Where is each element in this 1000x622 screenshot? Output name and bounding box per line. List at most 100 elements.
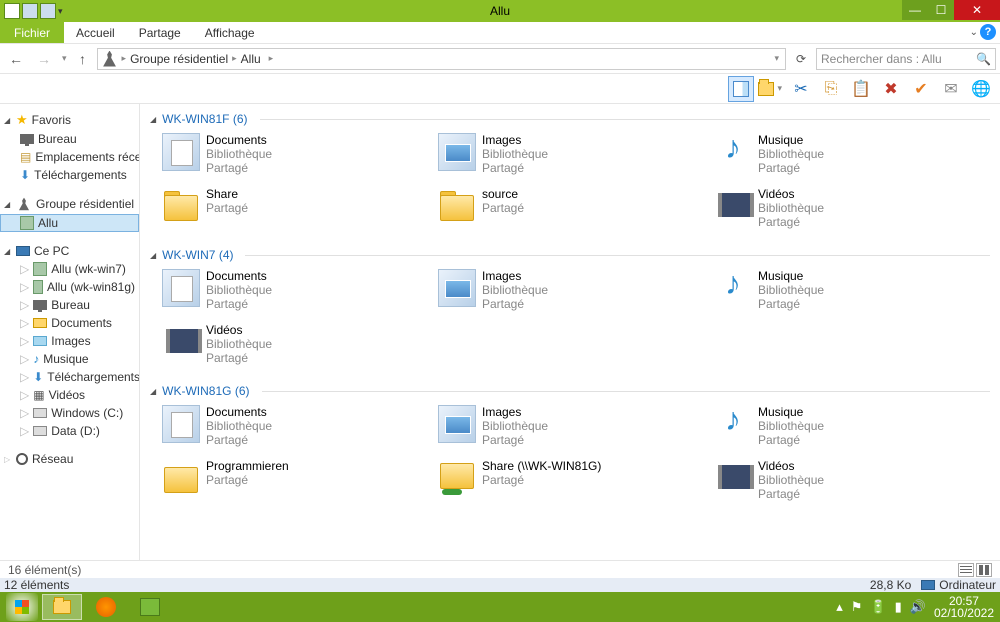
sidebar-item-allu[interactable]: Allu [0, 214, 139, 232]
sidebar-item-telech[interactable]: ▷⬇Téléchargements [0, 368, 139, 386]
sidebar-item-allu-win81g[interactable]: ▷Allu (wk-win81g) [0, 278, 139, 296]
sidebar-item-videos[interactable]: ▷▦Vidéos [0, 386, 139, 404]
tool-preview-pane[interactable] [728, 76, 754, 102]
forward-button[interactable]: → [32, 47, 56, 71]
maximize-button[interactable]: ☐ [928, 0, 954, 20]
tray-clock[interactable]: 20:57 02/10/2022 [934, 595, 994, 619]
refresh-button[interactable]: ⟳ [790, 48, 812, 70]
crumb-root[interactable]: Groupe résidentiel [130, 52, 228, 66]
sidebar-item-drive-d[interactable]: ▷Data (D:) [0, 422, 139, 440]
library-item[interactable]: Share (\\WK-WIN81G)Partagé [436, 456, 704, 508]
tray-battery-icon[interactable]: 🔋 [870, 599, 886, 615]
sidebar-item-allu-win7[interactable]: ▷Allu (wk-win7) [0, 260, 139, 278]
up-button[interactable]: ↑ [73, 51, 93, 67]
item-sub: Partagé [206, 433, 272, 447]
library-item[interactable]: VidéosBibliothèquePartagé [712, 184, 980, 236]
sidebar-item-recent[interactable]: ▤Emplacements récen [0, 148, 139, 166]
library-item[interactable]: MusiqueBibliothèquePartagé [712, 130, 980, 182]
library-item[interactable]: DocumentsBibliothèquePartagé [160, 130, 428, 182]
library-item[interactable]: SharePartagé [160, 184, 428, 236]
qat-dropdown-icon[interactable]: ▾ [58, 6, 63, 17]
download-icon: ⬇ [33, 370, 43, 384]
minimize-button[interactable]: — [902, 0, 928, 20]
tray-overflow-icon[interactable]: ▴ [836, 599, 843, 615]
sidebar-item-bureau[interactable]: Bureau [0, 130, 139, 148]
taskbar-firefox[interactable] [86, 594, 126, 620]
tool-cut[interactable]: ✂ [788, 76, 814, 102]
library-item[interactable]: MusiqueBibliothèquePartagé [712, 402, 980, 454]
sidebar-favoris[interactable]: ◢★Favoris [0, 110, 139, 130]
item-name: Vidéos [758, 187, 824, 201]
help-icon[interactable]: ? [980, 24, 996, 40]
view-details-button[interactable] [958, 563, 974, 577]
address-bar[interactable]: ▸Groupe résidentiel ▸Allu▸ ▾ [97, 48, 786, 70]
view-large-button[interactable] [976, 563, 992, 577]
sidebar-item-musique[interactable]: ▷♪Musique [0, 350, 139, 368]
tool-delete[interactable]: ✖ [878, 76, 904, 102]
menu-file[interactable]: Fichier [0, 22, 64, 43]
address-dropdown-icon[interactable]: ▾ [772, 53, 781, 64]
group-header[interactable]: ◢WK-WIN7 (4) [150, 244, 990, 266]
group-header[interactable]: ◢WK-WIN81F (6) [150, 108, 990, 130]
library-item[interactable]: sourcePartagé [436, 184, 704, 236]
tool-paste[interactable]: 📋 [848, 76, 874, 102]
computer-label: Ordinateur [939, 578, 996, 592]
menu-share[interactable]: Partage [127, 22, 193, 43]
crumb-leaf[interactable]: Allu [241, 52, 261, 66]
library-item[interactable]: ProgrammierenPartagé [160, 456, 428, 508]
sidebar-item-images[interactable]: ▷Images [0, 332, 139, 350]
computer-icon [16, 246, 30, 256]
back-button[interactable]: ← [4, 47, 28, 71]
sidebar-groupe[interactable]: ◢Groupe résidentiel [0, 194, 139, 214]
library-item[interactable]: DocumentsBibliothèquePartagé [160, 266, 428, 318]
sidebar-item-drive-c[interactable]: ▷Windows (C:) [0, 404, 139, 422]
item-sub: Partagé [482, 201, 524, 215]
start-button[interactable] [6, 593, 38, 621]
tray-volume-icon[interactable]: 🔊 [910, 599, 926, 615]
item-sub: Partagé [758, 297, 824, 311]
tool-mail[interactable]: ✉ [938, 76, 964, 102]
library-item[interactable]: ImagesBibliothèquePartagé [436, 266, 704, 318]
computer-icon [921, 580, 935, 590]
ribbon-expand-icon[interactable]: ⌄ [970, 27, 978, 38]
tool-copy[interactable]: ⎘ [818, 76, 844, 102]
tray-network-icon[interactable]: ▮ [895, 599, 902, 615]
close-button[interactable]: ✕ [954, 0, 1000, 20]
tray-flag-icon[interactable]: ⚑ [851, 599, 863, 615]
tool-globe[interactable]: 🌐 [968, 76, 994, 102]
doc-icon [162, 269, 200, 307]
library-item[interactable]: ImagesBibliothèquePartagé [436, 402, 704, 454]
sidebar-cepc[interactable]: ◢Ce PC [0, 242, 139, 260]
sidebar-item-cepc-bureau[interactable]: ▷Bureau [0, 296, 139, 314]
qat-icon-1[interactable] [22, 3, 38, 19]
library-item[interactable]: MusiqueBibliothèquePartagé [712, 266, 980, 318]
video-icon [714, 187, 752, 225]
item-sub: Partagé [206, 351, 272, 365]
qat-icon-2[interactable] [40, 3, 56, 19]
library-item[interactable]: DocumentsBibliothèquePartagé [160, 402, 428, 454]
library-item[interactable]: VidéosBibliothèquePartagé [712, 456, 980, 508]
tool-check[interactable]: ✔ [908, 76, 934, 102]
window-title: Allu [0, 4, 1000, 18]
sidebar-item-downloads[interactable]: ⬇Téléchargements [0, 166, 139, 184]
item-name: Documents [206, 405, 272, 419]
selection-text: 12 éléments [4, 578, 69, 592]
menu-home[interactable]: Accueil [64, 22, 127, 43]
menu-view[interactable]: Affichage [193, 22, 267, 43]
library-item[interactable]: VidéosBibliothèquePartagé [160, 320, 428, 372]
taskbar-app[interactable] [130, 594, 170, 620]
item-name: Programmieren [206, 459, 289, 473]
item-sub: Bibliothèque [206, 419, 272, 433]
search-input[interactable]: Rechercher dans : Allu 🔍 [816, 48, 996, 70]
item-sub: Partagé [758, 487, 824, 501]
taskbar-explorer[interactable] [42, 594, 82, 620]
sidebar-item-documents[interactable]: ▷Documents [0, 314, 139, 332]
group-header[interactable]: ◢WK-WIN81G (6) [150, 380, 990, 402]
details-bar: 12 éléments 28,8 Ko Ordinateur [0, 578, 1000, 592]
item-sub: Bibliothèque [758, 147, 824, 161]
library-item[interactable]: ImagesBibliothèquePartagé [436, 130, 704, 182]
sidebar-reseau[interactable]: ▷Réseau [0, 450, 139, 468]
item-name: Documents [206, 269, 272, 283]
history-dropdown-icon[interactable]: ▾ [60, 53, 69, 64]
tool-folder-options[interactable]: ▾ [758, 76, 784, 102]
